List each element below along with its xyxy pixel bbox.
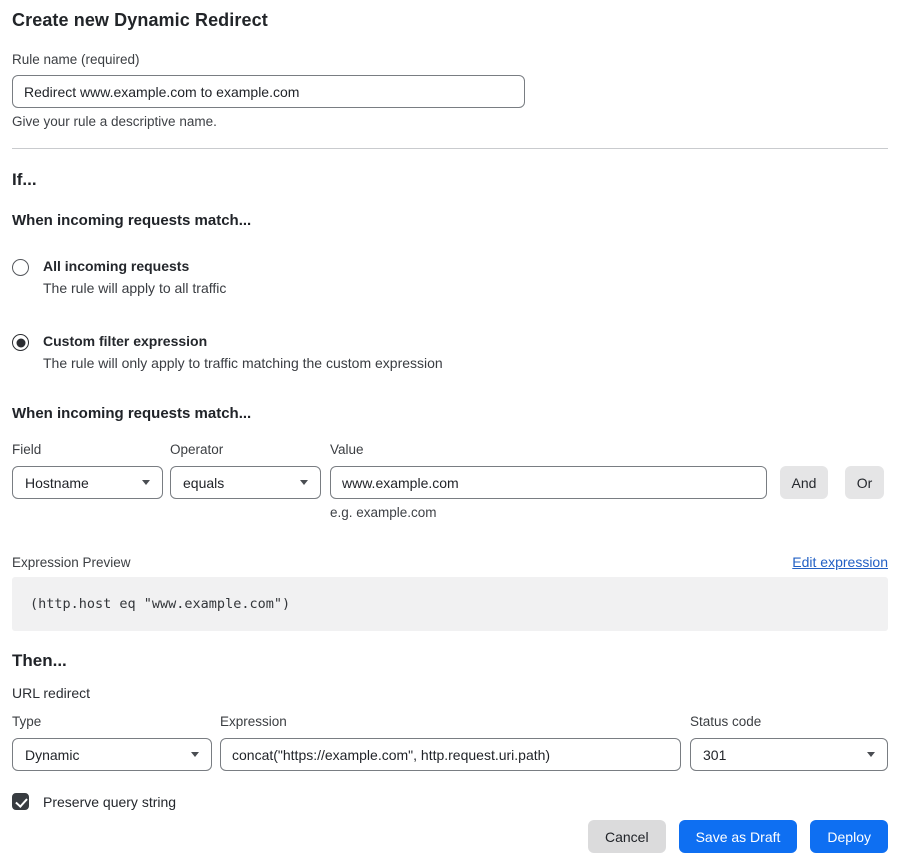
radio-option-all-requests[interactable]: All incoming requests The rule will appl… <box>12 258 888 297</box>
radio-option-custom-filter-label: Custom filter expression <box>43 333 443 350</box>
value-column: Value e.g. example.com <box>330 442 767 520</box>
rule-name-helper: Give your rule a descriptive name. <box>12 114 888 129</box>
chevron-down-icon <box>867 752 875 757</box>
radio-button-all-requests-icon[interactable] <box>12 259 29 276</box>
field-select[interactable]: Hostname <box>12 466 163 499</box>
value-input[interactable] <box>330 466 767 499</box>
preserve-query-label: Preserve query string <box>43 794 176 810</box>
operator-select[interactable]: equals <box>170 466 321 499</box>
operator-column: Operator equals <box>170 442 321 499</box>
status-code-select[interactable]: 301 <box>690 738 888 771</box>
if-section-heading: If... <box>12 170 888 190</box>
expression-code-text: (http.host eq "www.example.com") <box>30 596 290 612</box>
expression-preview-label: Expression Preview <box>12 555 131 570</box>
status-code-label: Status code <box>690 714 888 730</box>
radio-option-all-requests-description: The rule will apply to all traffic <box>43 280 226 297</box>
cancel-button[interactable]: Cancel <box>588 820 666 853</box>
value-label: Value <box>330 442 767 458</box>
footer-actions: Cancel Save as Draft Deploy <box>12 820 888 853</box>
field-select-value: Hostname <box>25 475 89 491</box>
save-as-draft-button[interactable]: Save as Draft <box>679 820 798 853</box>
operator-label: Operator <box>170 442 321 458</box>
radio-option-custom-filter-description: The rule will only apply to traffic matc… <box>43 355 443 372</box>
radio-option-texts: All incoming requests The rule will appl… <box>43 258 226 297</box>
and-button[interactable]: And <box>780 466 828 499</box>
section-divider <box>12 148 888 149</box>
page-title: Create new Dynamic Redirect <box>12 10 888 31</box>
chevron-down-icon <box>142 480 150 485</box>
edit-expression-link[interactable]: Edit expression <box>792 554 888 570</box>
type-select-value: Dynamic <box>25 747 79 763</box>
then-section-heading: Then... <box>12 651 888 671</box>
radio-option-texts: Custom filter expression The rule will o… <box>43 333 443 372</box>
type-select[interactable]: Dynamic <box>12 738 212 771</box>
match-subheading: When incoming requests match... <box>12 212 888 229</box>
type-label: Type <box>12 714 212 730</box>
operator-select-value: equals <box>183 475 224 491</box>
deploy-button[interactable]: Deploy <box>810 820 888 853</box>
redirect-expression-input[interactable] <box>220 738 681 771</box>
value-helper: e.g. example.com <box>330 505 767 520</box>
status-code-select-value: 301 <box>703 747 726 763</box>
create-dynamic-redirect-page: Create new Dynamic Redirect Rule name (r… <box>0 0 907 859</box>
chevron-down-icon <box>191 752 199 757</box>
type-column: Type Dynamic <box>12 714 212 771</box>
or-button[interactable]: Or <box>845 466 884 499</box>
preserve-query-checkbox[interactable] <box>12 793 29 810</box>
rule-name-label: Rule name (required) <box>12 52 888 68</box>
status-code-column: Status code 301 <box>690 714 888 771</box>
field-column: Field Hostname <box>12 442 163 499</box>
redirect-expression-label: Expression <box>220 714 681 730</box>
expression-preview-row: Expression Preview Edit expression <box>12 554 888 570</box>
url-redirect-label: URL redirect <box>12 685 888 701</box>
radio-button-custom-filter-icon[interactable] <box>12 334 29 351</box>
expression-preview-code: (http.host eq "www.example.com") <box>12 577 888 631</box>
radio-option-all-requests-label: All incoming requests <box>43 258 226 275</box>
rule-name-input[interactable] <box>12 75 525 108</box>
preserve-query-row[interactable]: Preserve query string <box>12 793 888 810</box>
condition-builder-heading: When incoming requests match... <box>12 405 888 422</box>
condition-row: Field Hostname Operator equals Value e.g… <box>12 442 888 520</box>
chevron-down-icon <box>300 480 308 485</box>
radio-option-custom-filter[interactable]: Custom filter expression The rule will o… <box>12 333 888 372</box>
expression-column: Expression <box>220 714 681 771</box>
field-label: Field <box>12 442 163 458</box>
redirect-config-row: Type Dynamic Expression Status code 301 <box>12 714 888 771</box>
